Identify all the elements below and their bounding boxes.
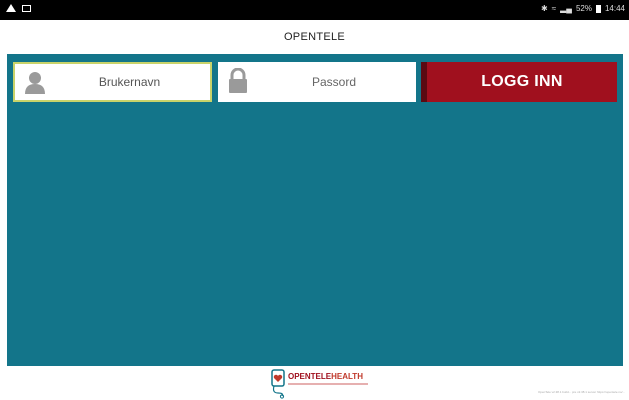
app-header: OPENTELE (0, 20, 629, 54)
login-panel: LOGG INN (7, 54, 623, 366)
stethoscope-heart-icon (271, 369, 285, 399)
signal-icon: ▂▄ (560, 4, 572, 13)
footer: OPENTELEHEALTH OpenTele v2.38.1 build...… (0, 366, 629, 400)
status-left (6, 4, 31, 12)
image-icon (22, 4, 31, 12)
lock-icon (229, 68, 247, 93)
login-button[interactable]: LOGG INN (421, 62, 617, 102)
opentelehealth-logo: OPENTELEHEALTH (270, 369, 380, 399)
status-bar: ✱ ≈ ▂▄ 52% 14:44 (0, 0, 629, 20)
status-right: ✱ ≈ ▂▄ 52% 14:44 (541, 4, 625, 13)
warning-icon (6, 4, 16, 12)
battery-icon (595, 4, 601, 13)
logo-tagline-bar (288, 383, 368, 385)
password-field[interactable] (218, 62, 416, 102)
page-title: OPENTELE (283, 31, 346, 43)
logo-wordmark: OPENTELEHEALTH (288, 372, 363, 381)
wifi-icon: ≈ (551, 4, 557, 13)
username-input[interactable] (55, 74, 204, 90)
password-input[interactable] (258, 74, 410, 90)
username-field[interactable] (13, 62, 212, 102)
bluetooth-icon: ✱ (541, 4, 548, 13)
user-icon (25, 72, 45, 94)
clock: 14:44 (604, 4, 625, 13)
battery-percent: 52% (575, 4, 592, 13)
version-text: OpenTele v2.38.1 build... pre v2.38.1 se… (537, 390, 625, 394)
